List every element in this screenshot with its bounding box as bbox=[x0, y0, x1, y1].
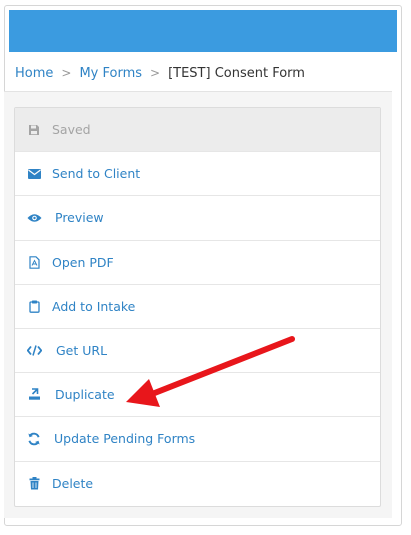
breadcrumb-separator: > bbox=[61, 66, 72, 80]
envelope-icon bbox=[26, 166, 42, 182]
menu-item-label: Delete bbox=[52, 476, 94, 492]
delete-item[interactable]: Delete bbox=[15, 462, 380, 506]
menu-item-label: Saved bbox=[52, 122, 91, 138]
menu-item-label: Duplicate bbox=[55, 387, 115, 403]
eye-icon bbox=[26, 210, 42, 226]
pdf-file-icon bbox=[26, 254, 42, 270]
open-pdf-item[interactable]: Open PDF bbox=[15, 241, 380, 285]
breadcrumb-separator: > bbox=[150, 66, 161, 80]
menu-item-label: Preview bbox=[55, 210, 104, 226]
duplicate-icon bbox=[26, 387, 42, 403]
update-pending-forms-item[interactable]: Update Pending Forms bbox=[15, 417, 380, 462]
duplicate-item[interactable]: Duplicate bbox=[15, 373, 380, 418]
header-bar bbox=[9, 10, 397, 52]
menu-item-label: Add to Intake bbox=[52, 298, 136, 314]
breadcrumb-my-forms-link[interactable]: My Forms bbox=[79, 66, 142, 81]
breadcrumb-home-link[interactable]: Home bbox=[15, 66, 53, 81]
clipboard-icon bbox=[26, 298, 42, 314]
send-to-client-item[interactable]: Send to Client bbox=[15, 152, 380, 197]
menu-item-label: Update Pending Forms bbox=[54, 431, 196, 447]
form-actions-menu: Saved Send to Client Preview Open PDF Ad… bbox=[14, 107, 381, 507]
save-icon bbox=[26, 122, 42, 138]
menu-item-label: Open PDF bbox=[52, 254, 114, 270]
menu-item-label: Send to Client bbox=[52, 166, 141, 182]
get-url-item[interactable]: Get URL bbox=[15, 329, 380, 374]
trash-icon bbox=[26, 476, 42, 492]
refresh-icon bbox=[26, 431, 42, 447]
breadcrumb: Home > My Forms > [TEST] Consent Form bbox=[15, 59, 305, 87]
code-icon bbox=[26, 343, 42, 359]
breadcrumb-current-page: [TEST] Consent Form bbox=[168, 65, 305, 81]
add-to-intake-item[interactable]: Add to Intake bbox=[15, 285, 380, 329]
menu-item-label: Get URL bbox=[56, 343, 108, 359]
saved-status-item: Saved bbox=[15, 108, 380, 153]
preview-item[interactable]: Preview bbox=[15, 196, 380, 241]
